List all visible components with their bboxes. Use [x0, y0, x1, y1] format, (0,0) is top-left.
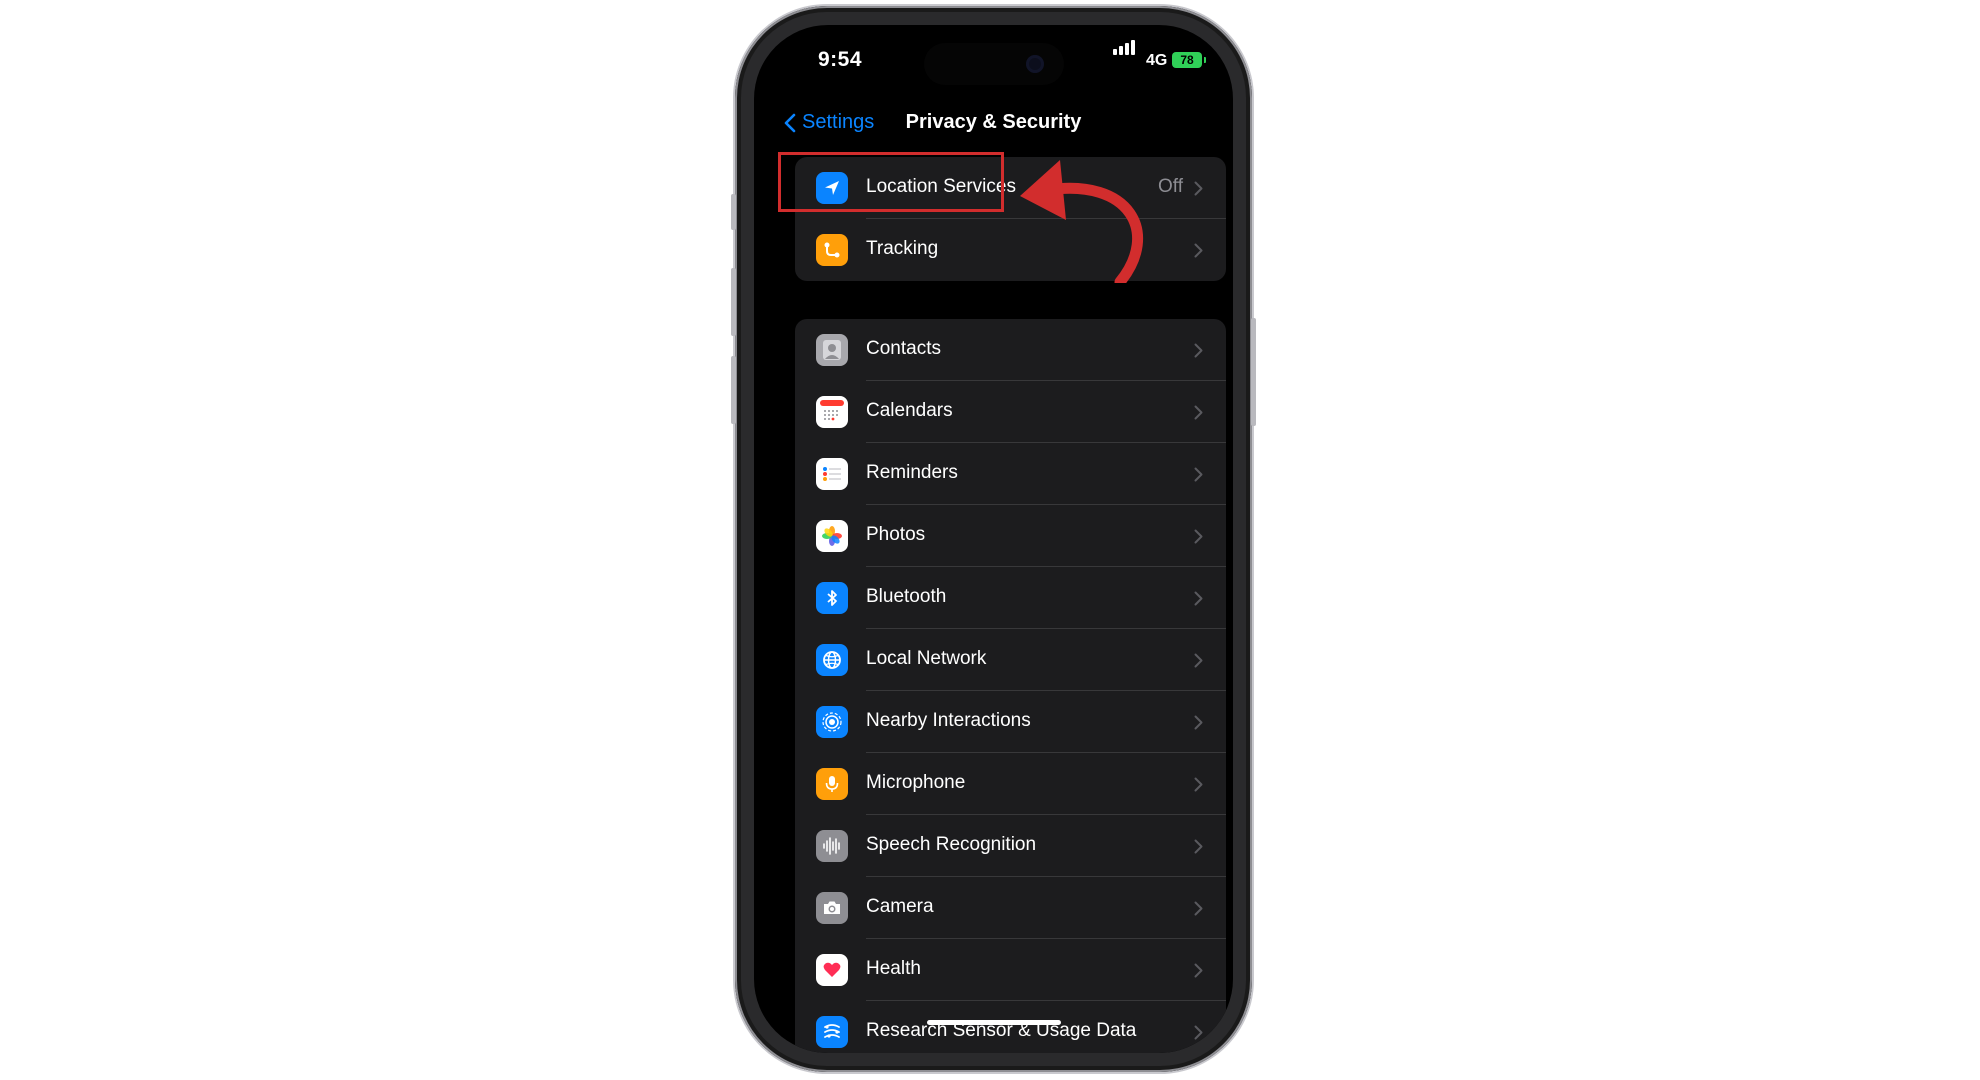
row-health[interactable]: Health	[795, 939, 1226, 1001]
chevron-right-icon	[1194, 715, 1203, 735]
research-icon	[816, 1016, 848, 1048]
power-button	[1251, 318, 1256, 426]
dynamic-island	[924, 43, 1064, 85]
chevron-right-icon	[1194, 405, 1203, 425]
row-label: Microphone	[866, 772, 966, 793]
row-microphone[interactable]: Microphone	[795, 753, 1226, 815]
chevron-right-icon	[1194, 963, 1203, 983]
volume-down-button	[731, 356, 736, 424]
globe-icon	[816, 644, 848, 676]
row-photos[interactable]: Photos	[795, 505, 1226, 567]
chevron-right-icon	[1194, 243, 1203, 263]
row-label: Health	[866, 958, 921, 979]
row-label: Nearby Interactions	[866, 710, 1031, 731]
row-detail-value: Off	[1158, 176, 1183, 197]
row-label: Reminders	[866, 462, 958, 483]
row-speech-recognition[interactable]: Speech Recognition	[795, 815, 1226, 877]
nearby-icon	[816, 706, 848, 738]
bluetooth-icon	[816, 582, 848, 614]
row-contacts[interactable]: Contacts	[795, 319, 1226, 381]
calendar-icon	[816, 396, 848, 428]
battery-level: 78	[1180, 53, 1194, 67]
navigation-bar: Settings Privacy & Security	[754, 105, 1233, 149]
chevron-right-icon	[1194, 901, 1203, 921]
row-label: Tracking	[866, 238, 939, 259]
row-reminders[interactable]: Reminders	[795, 443, 1226, 505]
row-label: Camera	[866, 896, 934, 917]
row-label: Contacts	[866, 338, 941, 359]
row-label: Calendars	[866, 400, 953, 421]
chevron-right-icon	[1194, 591, 1203, 611]
status-time: 9:54	[818, 48, 863, 71]
tracking-icon	[816, 234, 848, 266]
row-label: Local Network	[866, 648, 987, 669]
row-calendars[interactable]: Calendars	[795, 381, 1226, 443]
waveform-icon	[816, 830, 848, 862]
status-bar: 9:54 4G 78	[754, 25, 1233, 97]
chevron-right-icon	[1194, 777, 1203, 797]
row-local-network[interactable]: Local Network	[795, 629, 1226, 691]
chevron-right-icon	[1194, 839, 1203, 859]
row-label: Bluetooth	[866, 586, 947, 607]
permissions-group: Contacts Calendars Reminders Photos Bluetoot…	[795, 319, 1226, 1053]
camera-icon	[816, 892, 848, 924]
page-title: Privacy & Security	[905, 111, 1082, 133]
photos-icon	[816, 520, 848, 552]
highlight-box	[778, 152, 1004, 212]
row-bluetooth[interactable]: Bluetooth	[795, 567, 1226, 629]
chevron-right-icon	[1194, 529, 1203, 549]
home-indicator	[927, 1020, 1061, 1025]
battery-icon: 78	[1172, 52, 1206, 68]
reminders-icon	[816, 458, 848, 490]
row-label: Speech Recognition	[866, 834, 1037, 855]
heart-icon	[816, 954, 848, 986]
annotation-arrow	[1020, 160, 1143, 283]
action-button	[731, 194, 736, 230]
contacts-icon	[816, 334, 848, 366]
chevron-right-icon	[1194, 653, 1203, 673]
chevron-right-icon	[1194, 467, 1203, 487]
chevron-right-icon	[1194, 181, 1203, 201]
row-label: Photos	[866, 524, 926, 545]
chevron-right-icon	[1194, 1025, 1203, 1045]
row-camera[interactable]: Camera	[795, 877, 1226, 939]
row-nearby-interactions[interactable]: Nearby Interactions	[795, 691, 1226, 753]
microphone-icon	[816, 768, 848, 800]
chevron-right-icon	[1194, 343, 1203, 363]
volume-up-button	[731, 268, 736, 336]
front-camera	[1026, 55, 1044, 73]
row-research-sensor-and-usage-data[interactable]: Research Sensor & Usage Data	[795, 1001, 1226, 1053]
network-type: 4G	[1146, 52, 1168, 69]
